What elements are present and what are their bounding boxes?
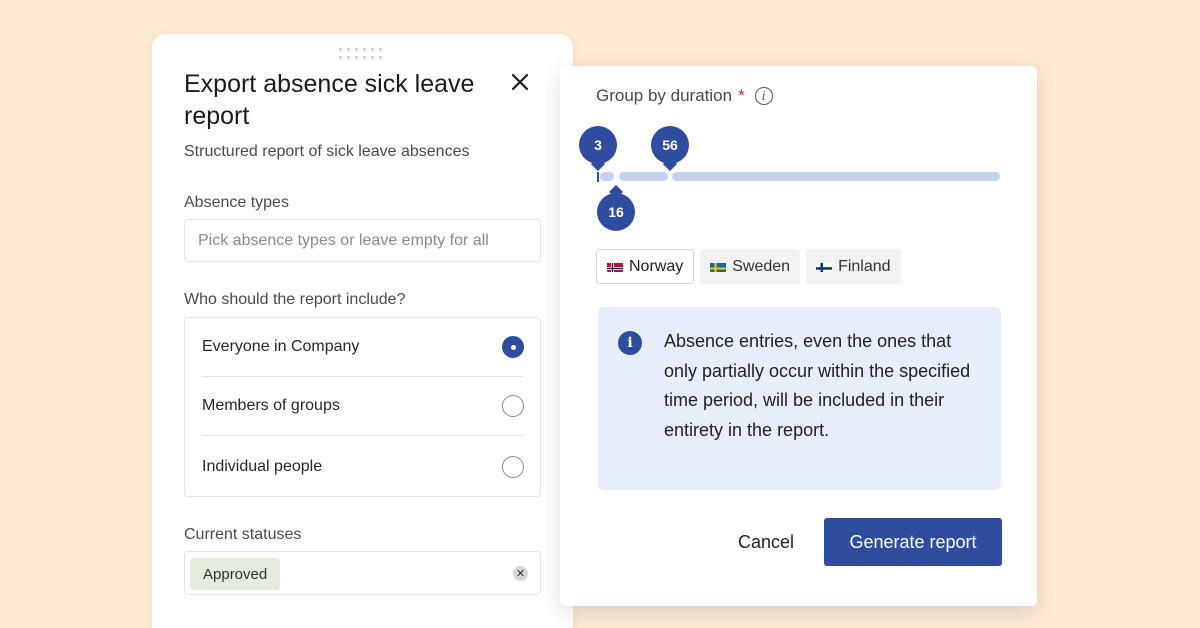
country-chip-finland[interactable]: Finland [806, 249, 901, 284]
close-button[interactable] [506, 68, 534, 96]
group-by-duration-label: Group by duration * i [596, 86, 773, 106]
radio-empty-icon[interactable] [502, 395, 524, 417]
clear-statuses-button[interactable]: ✕ [513, 566, 528, 581]
radio-label: Individual people [202, 457, 323, 475]
required-marker: * [738, 86, 745, 105]
slider-value: 16 [608, 204, 624, 220]
slider-segment-2[interactable] [619, 172, 668, 181]
absence-types-placeholder: Pick absence types or leave empty for al… [198, 231, 489, 249]
sweden-flag-icon [710, 261, 727, 272]
info-notice: i Absence entries, even the ones that on… [598, 307, 1001, 490]
radio-label: Everyone in Company [202, 338, 360, 355]
slider-segment-3[interactable] [672, 172, 1000, 181]
info-icon[interactable]: i [754, 87, 773, 105]
absence-types-label: Absence types [184, 194, 289, 211]
slider-segment-1[interactable] [600, 172, 614, 181]
slider-handle-16[interactable]: 16 [597, 193, 635, 231]
dialog-title: Export absence sick leave report [184, 70, 475, 130]
radio-members-of-groups[interactable]: Members of groups [202, 377, 524, 436]
radio-empty-icon[interactable] [502, 455, 524, 478]
radio-individual-people[interactable]: Individual people [202, 437, 524, 496]
statuses-input[interactable]: Approved ✕ [184, 551, 541, 595]
country-chip-sweden[interactable]: Sweden [700, 249, 801, 284]
slider-tick [597, 172, 599, 182]
drag-handle[interactable] [339, 48, 387, 62]
generate-report-button[interactable]: Generate report [824, 518, 1002, 566]
include-radio-group: Everyone in Company Members of groups In… [184, 317, 541, 497]
clear-icon: ✕ [515, 568, 526, 580]
slider-value: 56 [662, 137, 678, 153]
country-label: Norway [629, 257, 684, 275]
dialog-subtitle: Structured report of sick leave absences [184, 143, 470, 160]
norway-flag-icon [607, 261, 623, 272]
cancel-button[interactable]: Cancel [728, 518, 804, 566]
radio-label: Members of groups [202, 397, 340, 414]
absence-types-input[interactable]: Pick absence types or leave empty for al… [184, 219, 541, 262]
country-label: Sweden [732, 257, 791, 275]
statuses-label: Current statuses [184, 526, 302, 543]
slider-value: 3 [594, 137, 602, 153]
duration-panel: Group by duration * i 3 56 16 Norway Swe… [560, 66, 1037, 606]
close-icon [511, 73, 529, 91]
finland-flag-icon [816, 261, 833, 272]
country-selector: Norway Sweden Finland [596, 249, 901, 284]
status-chip-approved[interactable]: Approved [190, 558, 281, 590]
include-label: Who should the report include? [184, 291, 406, 308]
radio-selected-icon[interactable] [502, 336, 524, 358]
notice-text: Absence entries, even the ones that only… [664, 331, 971, 440]
country-chip-norway[interactable]: Norway [596, 249, 695, 284]
info-icon: i [618, 331, 642, 355]
radio-everyone[interactable]: Everyone in Company [202, 318, 524, 377]
group-by-duration-text: Group by duration [596, 86, 733, 105]
country-label: Finland [838, 257, 891, 275]
export-dialog: Export absence sick leave report Structu… [152, 34, 573, 628]
